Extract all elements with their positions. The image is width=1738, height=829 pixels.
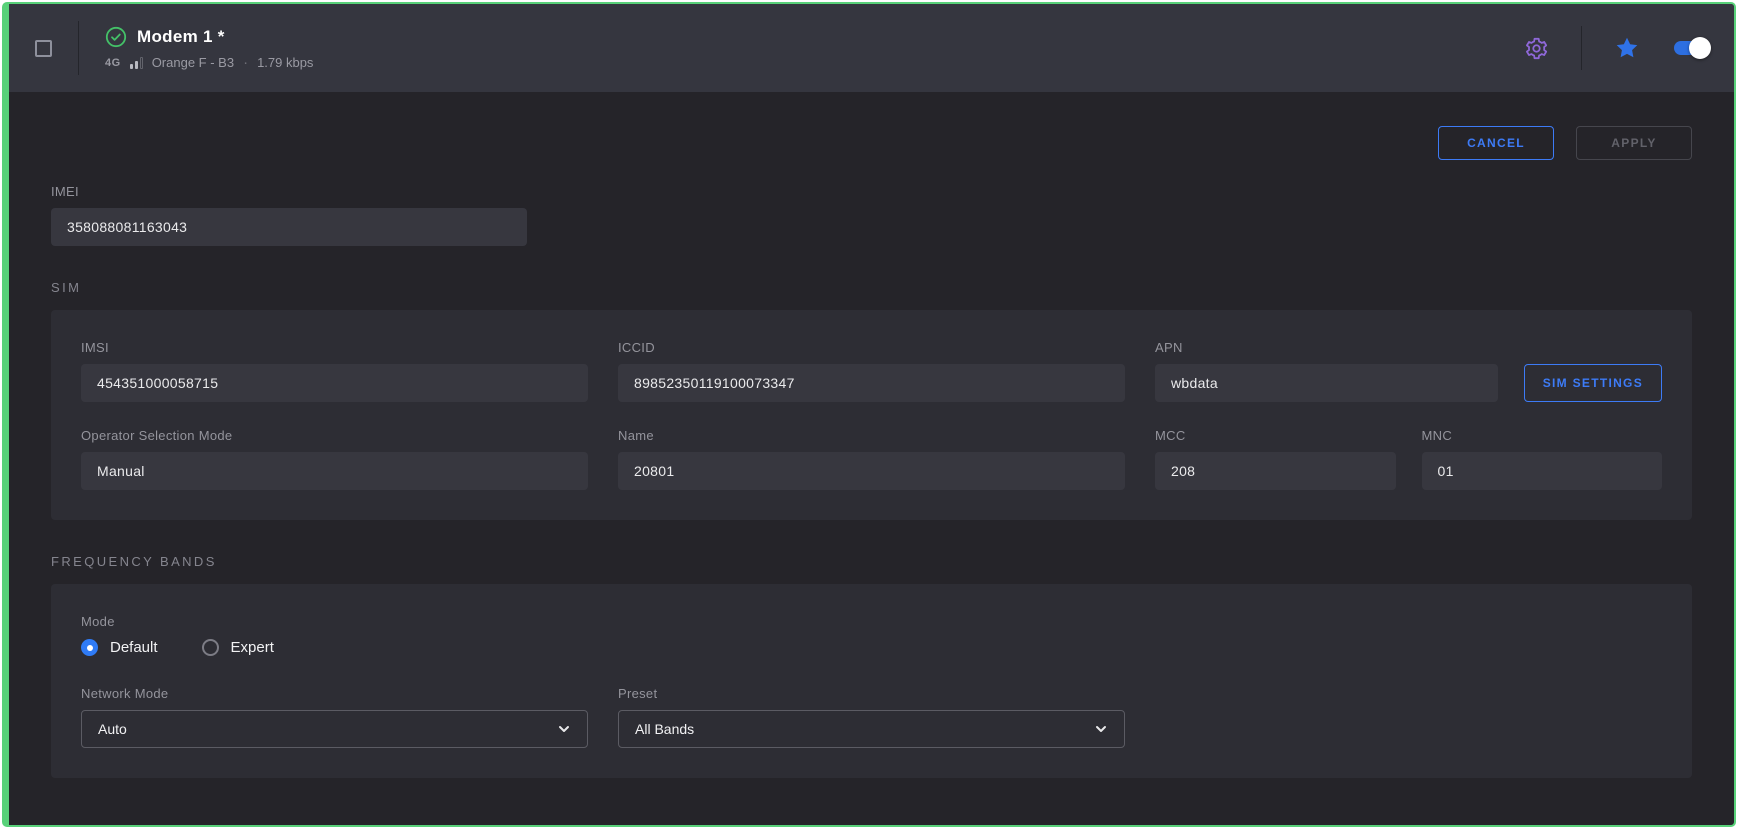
frequency-bands-card: Mode Default Expert Network Mode Auto	[51, 584, 1692, 778]
network-mode-label: Network Mode	[81, 686, 588, 701]
gear-icon	[1524, 36, 1549, 61]
operator-selection-mode-label: Operator Selection Mode	[81, 428, 588, 443]
header-divider	[1581, 26, 1582, 70]
status-ok-icon	[105, 26, 127, 48]
header-bar: Modem 1 * 4G Orange F - B3 · 1.79 kbps	[9, 4, 1734, 92]
modem-panel: Modem 1 * 4G Orange F - B3 · 1.79 kbps	[2, 2, 1736, 827]
network-mode-value: Auto	[98, 721, 127, 737]
radio-unselected-icon	[202, 639, 219, 656]
dot-separator: ·	[243, 59, 248, 67]
radio-selected-icon	[81, 639, 98, 656]
toggle-knob	[1689, 37, 1711, 59]
mode-label: Mode	[81, 614, 1662, 629]
mnc-label: MNC	[1422, 428, 1663, 443]
settings-gear-button[interactable]	[1524, 36, 1549, 61]
preset-select[interactable]: All Bands	[618, 710, 1125, 748]
preset-value: All Bands	[635, 721, 694, 737]
mnc-field-group: MNC	[1422, 428, 1663, 490]
iccid-field-group: ICCID	[618, 340, 1125, 402]
mcc-input[interactable]	[1155, 452, 1396, 490]
mcc-label: MCC	[1155, 428, 1396, 443]
preset-group: Preset All Bands	[618, 686, 1125, 748]
mcc-field-group: MCC	[1155, 428, 1396, 490]
data-speed: 1.79 kbps	[257, 55, 313, 70]
apn-field-group: APN	[1155, 340, 1498, 402]
operator-name: Orange F - B3	[152, 55, 234, 70]
operator-selection-mode-input[interactable]	[81, 452, 588, 490]
mode-radio-default[interactable]: Default	[81, 639, 158, 656]
apply-button[interactable]: APPLY	[1576, 126, 1692, 160]
network-type-badge: 4G	[105, 57, 121, 69]
chevron-down-icon	[1094, 722, 1108, 736]
imsi-field-group: IMSI	[81, 340, 588, 402]
frequency-bands-section-label: FREQUENCY BANDS	[51, 554, 1692, 569]
imsi-input[interactable]	[81, 364, 588, 402]
form-actions: CANCEL APPLY	[51, 126, 1692, 160]
mnc-input[interactable]	[1422, 452, 1663, 490]
imsi-label: IMSI	[81, 340, 588, 355]
select-modem-checkbox[interactable]	[35, 40, 52, 57]
network-mode-group: Network Mode Auto	[81, 686, 588, 748]
favorite-star-button[interactable]	[1614, 35, 1640, 61]
page-title: Modem 1 *	[137, 27, 225, 47]
apn-label: APN	[1155, 340, 1498, 355]
network-mode-select[interactable]: Auto	[81, 710, 588, 748]
imei-field-group: IMEI	[51, 184, 527, 246]
sim-settings-button[interactable]: SIM SETTINGS	[1524, 364, 1662, 402]
iccid-label: ICCID	[618, 340, 1125, 355]
mode-default-label: Default	[110, 639, 158, 656]
name-field-group: Name	[618, 428, 1125, 490]
star-icon	[1614, 35, 1640, 61]
mode-radio-group: Default Expert	[81, 639, 1662, 656]
apn-input[interactable]	[1155, 364, 1498, 402]
name-label: Name	[618, 428, 1125, 443]
operator-selection-mode-group: Operator Selection Mode	[81, 428, 588, 490]
header-divider	[78, 21, 79, 75]
modem-enabled-toggle[interactable]	[1674, 41, 1708, 55]
chevron-down-icon	[557, 722, 571, 736]
imei-input[interactable]	[51, 208, 527, 246]
name-input[interactable]	[618, 452, 1125, 490]
sim-card: IMSI ICCID APN SIM SETTINGS Oper	[51, 310, 1692, 520]
sim-section-label: SIM	[51, 280, 1692, 295]
cancel-button[interactable]: CANCEL	[1438, 126, 1554, 160]
imei-label: IMEI	[51, 184, 527, 199]
mode-expert-label: Expert	[231, 639, 274, 656]
mode-radio-expert[interactable]: Expert	[202, 639, 274, 656]
signal-strength-icon	[130, 57, 143, 69]
modem-settings-form: CANCEL APPLY IMEI SIM IMSI ICCID APN	[9, 92, 1734, 825]
iccid-input[interactable]	[618, 364, 1125, 402]
preset-label: Preset	[618, 686, 1125, 701]
modem-identity: Modem 1 * 4G Orange F - B3 · 1.79 kbps	[105, 26, 313, 70]
